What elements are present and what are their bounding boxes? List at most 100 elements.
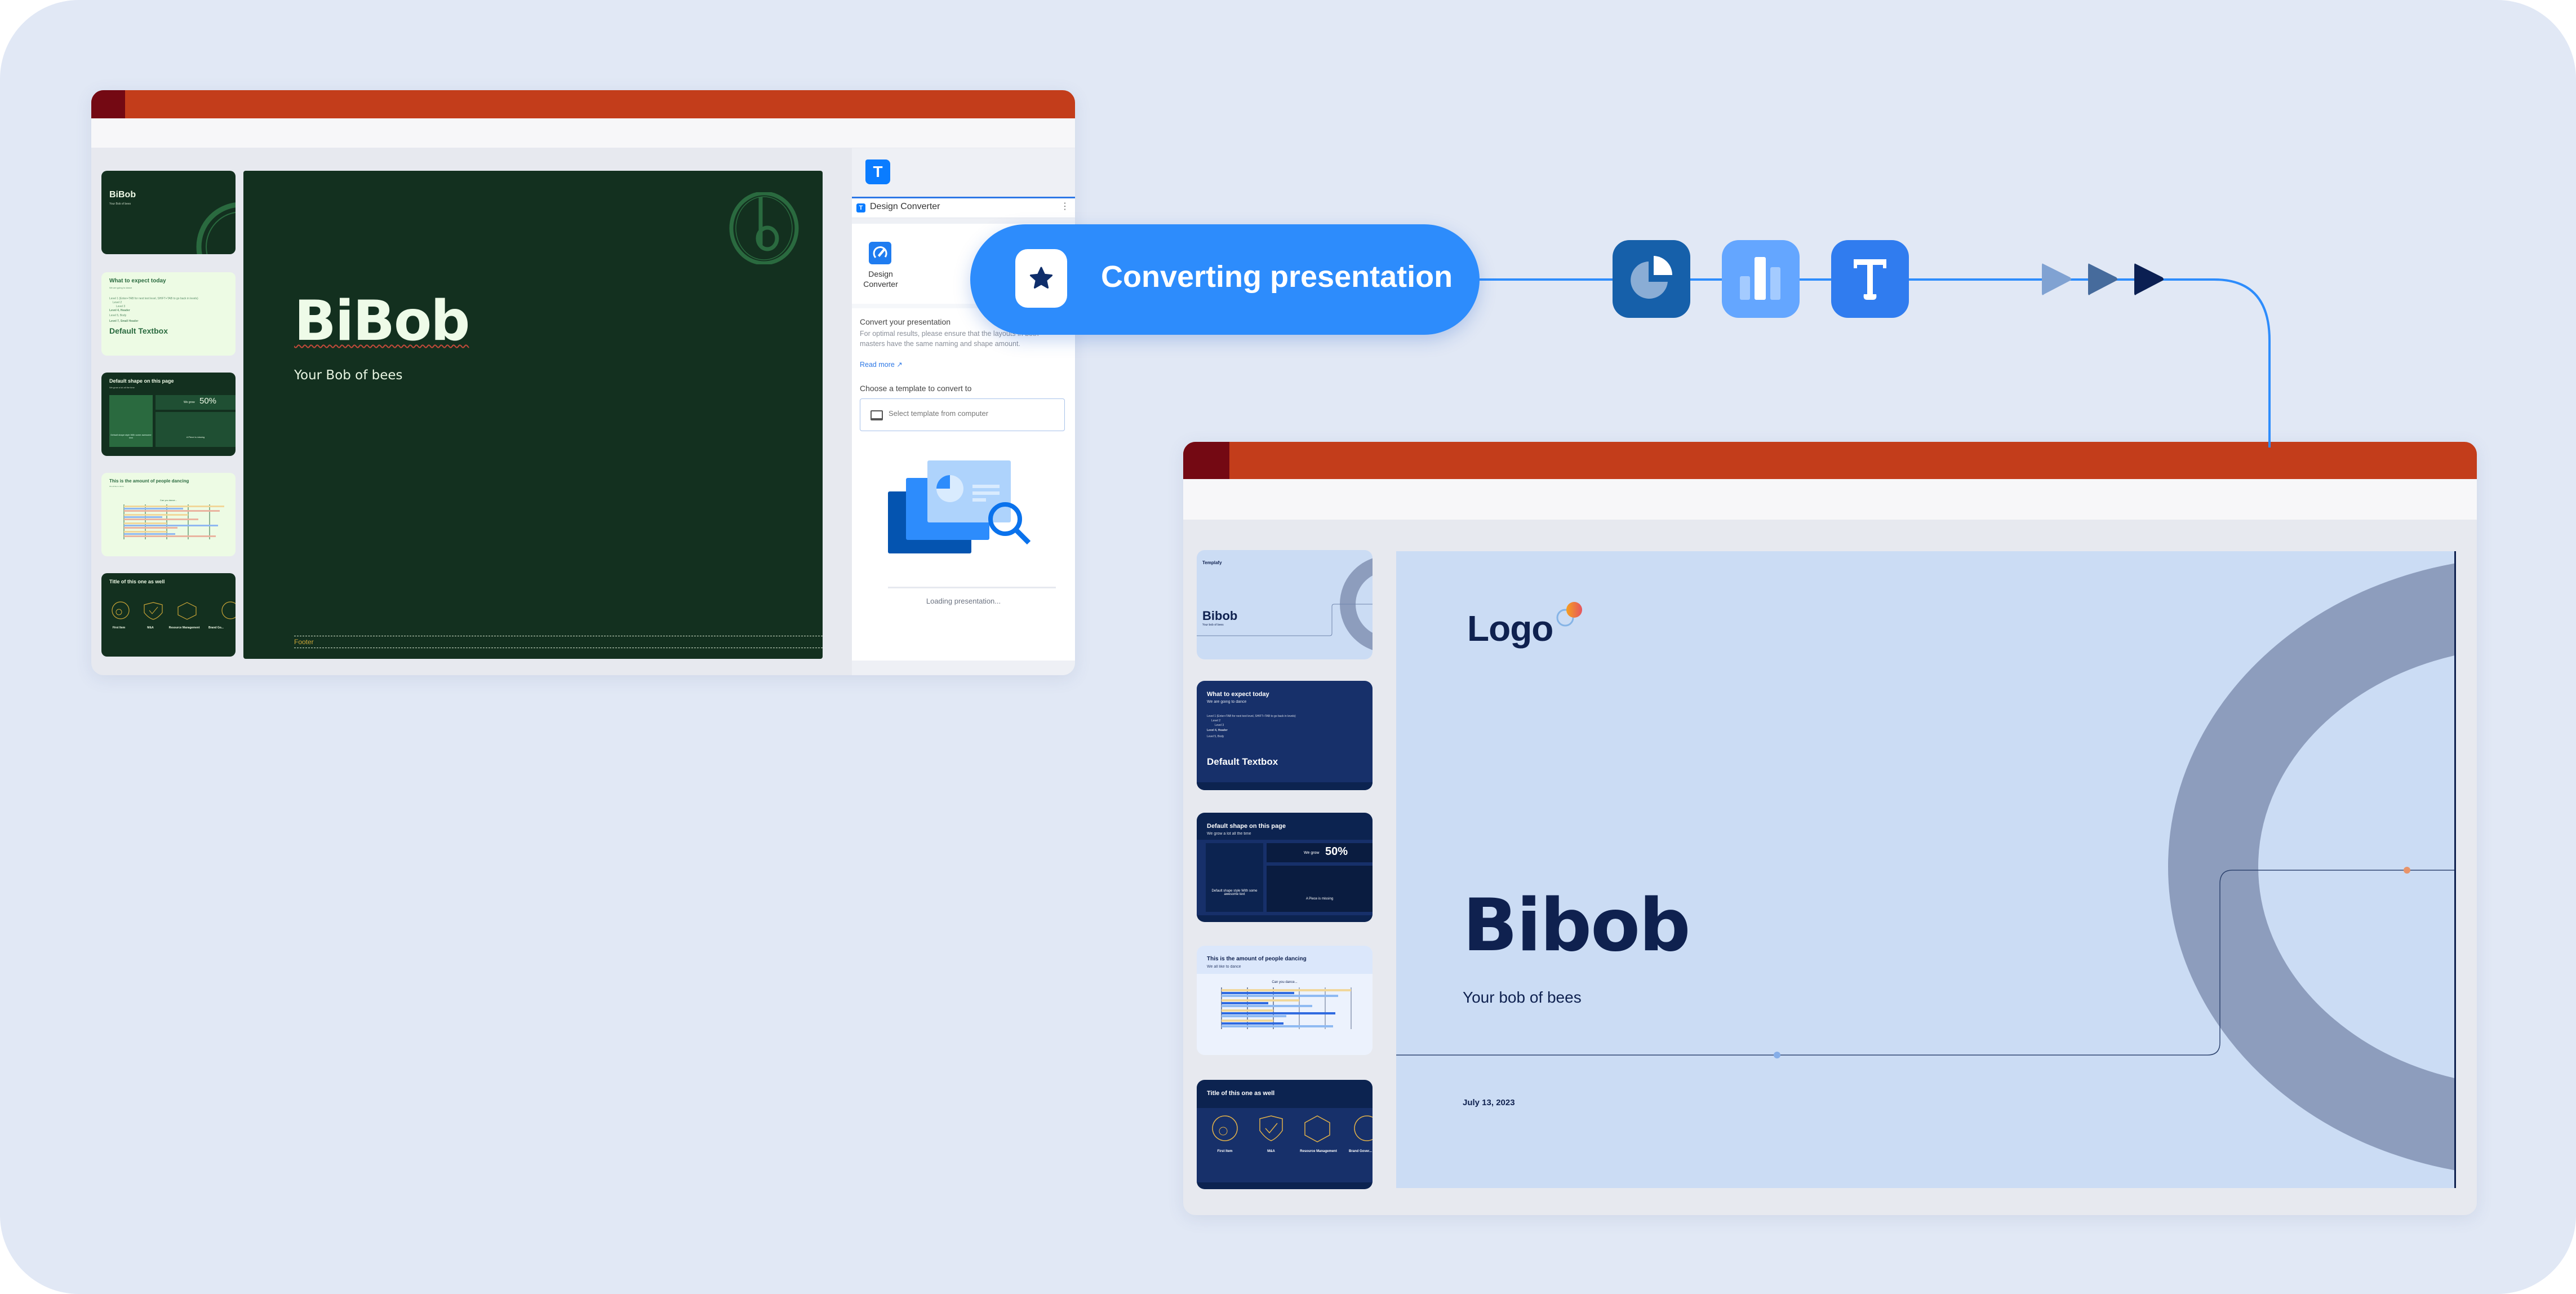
taskpane-header: T Design Converter ⋮ bbox=[852, 197, 1075, 218]
design-converter-label: Design Converter bbox=[863, 269, 898, 289]
slide-thumbnail-5[interactable]: Title of this one as well First Item M&A… bbox=[1197, 1080, 1373, 1189]
slide-thumbnail-2[interactable]: What to expect today We are going to dan… bbox=[1197, 681, 1373, 790]
templafy-app-button[interactable]: T bbox=[865, 159, 890, 184]
missing-piece-text: A Piece is missing bbox=[186, 436, 205, 438]
item-label: Brand Gover... bbox=[1349, 1150, 1373, 1153]
stat-box: We grow 50% bbox=[156, 395, 236, 410]
design-converter-icon bbox=[869, 242, 891, 264]
slide-thumbnail-5[interactable]: Title of this one as well First Item M&A… bbox=[101, 573, 236, 657]
stat-box: We grow 50% bbox=[1267, 843, 1373, 862]
ribbon bbox=[91, 118, 1075, 148]
shape-box: Default shape style With some awesome te… bbox=[109, 395, 153, 447]
thumbnail-title: Title of this one as well bbox=[1207, 1090, 1275, 1097]
b-logo-icon bbox=[729, 192, 799, 264]
title-bar-accent bbox=[91, 90, 125, 118]
laptop-icon bbox=[870, 410, 883, 420]
footer-placeholder[interactable]: Footer bbox=[294, 636, 823, 648]
icon-row bbox=[112, 601, 236, 620]
item-label: First Item bbox=[1217, 1150, 1233, 1153]
thumbnail-subtitle: We grow a lot all the time bbox=[1207, 832, 1251, 836]
thumbnail-subtitle: We are going to dance bbox=[1207, 700, 1247, 704]
bar-chart-step bbox=[1722, 240, 1800, 318]
slide-title[interactable]: Bibob bbox=[1463, 884, 1691, 968]
slide-editor-canvas[interactable]: BiBob Your Bob of bees Footer bbox=[243, 171, 823, 659]
converting-label: Converting presentation bbox=[1101, 260, 1453, 294]
thumbnail-line: Level 2 bbox=[1211, 719, 1221, 723]
bar-chart-icon bbox=[1221, 987, 1352, 1029]
shape-box-text: Default shape style With some awesome te… bbox=[1211, 889, 1258, 896]
arc-decoration-icon bbox=[196, 202, 236, 254]
ring-decoration-icon bbox=[1197, 558, 1373, 650]
stat-prefix: We grow bbox=[1304, 851, 1320, 855]
slide-thumbnail-4[interactable]: This is the amount of people dancing We … bbox=[101, 473, 236, 556]
thumbnail-subtitle: Your Bob of bees bbox=[109, 202, 131, 206]
thumbnail-line: Level 3 bbox=[1215, 724, 1224, 727]
star-icon bbox=[1029, 267, 1053, 289]
arrow-3-icon bbox=[2134, 263, 2164, 295]
missing-piece-box: A Piece is missing bbox=[1267, 866, 1373, 912]
slide-subtitle[interactable]: Your Bob of bees bbox=[294, 368, 403, 383]
slide-thumbnail-3[interactable]: Default shape on this page We grow a lot… bbox=[1197, 813, 1373, 922]
stat-value: 50% bbox=[1325, 845, 1348, 858]
select-template-label: Select template from computer bbox=[889, 409, 989, 418]
slide-date[interactable]: July 13, 2023 bbox=[1463, 1098, 1515, 1107]
thumbnail-title: What to expect today bbox=[109, 278, 166, 284]
thumbnail-line: Level 4, Header bbox=[1207, 729, 1228, 732]
shape-box-text: Default shape style With some awesome te… bbox=[110, 433, 152, 439]
item-label: Resource Management bbox=[168, 626, 200, 630]
slide-subtitle[interactable]: Your bob of bees bbox=[1463, 989, 1582, 1007]
line-node bbox=[2404, 867, 2410, 874]
select-template-button[interactable]: Select template from computer bbox=[860, 398, 1065, 431]
slide-thumbnail-1[interactable]: BiBob Your Bob of bees bbox=[101, 171, 236, 254]
item-label: Brand Go... bbox=[208, 626, 224, 630]
connector-curve bbox=[2152, 278, 2271, 447]
thumbnail-big-text: Default Textbox bbox=[1207, 756, 1278, 767]
loading-status: Loading presentation... bbox=[926, 597, 1001, 605]
presentation-search-illustration bbox=[888, 460, 1031, 553]
templafy-icon: T bbox=[856, 203, 865, 212]
slide-thumbnail-2[interactable]: What to expect today We are going to dan… bbox=[101, 272, 236, 356]
thumbnail-title: Title of this one as well bbox=[109, 579, 165, 584]
choose-template-label: Choose a template to convert to bbox=[860, 384, 972, 393]
thumbnail-line: Level 1 (Enter+TAB for next text level, … bbox=[109, 297, 198, 300]
stat-value: 50% bbox=[199, 396, 217, 406]
text-icon bbox=[1854, 259, 1886, 300]
thumbnail-title: What to expect today bbox=[1207, 691, 1269, 698]
icon-row bbox=[1212, 1115, 1373, 1142]
slide-thumbnail-1[interactable]: Templafy Bibob Your bob of bees bbox=[1197, 550, 1373, 659]
line-node bbox=[1774, 1052, 1780, 1058]
slide-title[interactable]: BiBob bbox=[294, 289, 470, 353]
bar-chart-icon bbox=[123, 504, 224, 539]
read-more-link[interactable]: Read more ↗ bbox=[860, 360, 903, 369]
ribbon bbox=[1183, 479, 2477, 520]
thumbnail-line: Level 2 bbox=[113, 301, 122, 304]
thumbnail-title: BiBob bbox=[109, 190, 136, 200]
arrow-1-icon bbox=[2042, 263, 2071, 295]
star-icon-box bbox=[1015, 249, 1067, 308]
item-label: M&A bbox=[147, 626, 154, 630]
slide-thumbnail-4[interactable]: This is the amount of people dancing We … bbox=[1197, 946, 1373, 1055]
slide-thumbnail-3[interactable]: Default shape on this page We grow a lot… bbox=[101, 373, 236, 456]
background-canvas: BiBob Your Bob of bees What to expect to… bbox=[0, 0, 2576, 1294]
missing-piece-text: A Piece is missing bbox=[1305, 897, 1334, 901]
converted-powerpoint-window: Templafy Bibob Your bob of bees What to … bbox=[1183, 442, 2477, 1215]
thumbnail-line: Level 3 bbox=[116, 305, 126, 308]
item-label: Resource Management bbox=[1300, 1150, 1337, 1153]
thumbnail-subtitle: We all like to dance bbox=[109, 485, 124, 488]
thumbnail-line: Level 5, Body bbox=[109, 314, 127, 317]
thumbnail-subtitle: We all like to dance bbox=[1207, 965, 1241, 969]
slide-editor-canvas[interactable]: Logo Bibob Your bob of bees July 13, 202… bbox=[1396, 551, 2456, 1188]
title-bar bbox=[1183, 442, 2477, 479]
thumbnail-subtitle: We are going to dance bbox=[109, 286, 132, 289]
thumbnail-subtitle: We grow a lot all the time bbox=[109, 386, 135, 389]
text-format-step bbox=[1831, 240, 1909, 318]
thumbnail-line: Level 1 (Enter+TAB for next text level, … bbox=[1207, 715, 1296, 718]
more-options-icon[interactable]: ⋮ bbox=[1060, 201, 1069, 212]
taskpane-title: Design Converter bbox=[870, 202, 940, 211]
chart-title: Can you dance... bbox=[159, 499, 177, 502]
thumbnail-title: Default shape on this page bbox=[109, 378, 174, 384]
arrow-2-icon bbox=[2088, 263, 2117, 295]
stat-prefix: We grow bbox=[184, 401, 195, 404]
thumbnail-line: Level 4, Header bbox=[109, 309, 130, 312]
brand-logo[interactable]: Logo bbox=[1467, 608, 1553, 649]
